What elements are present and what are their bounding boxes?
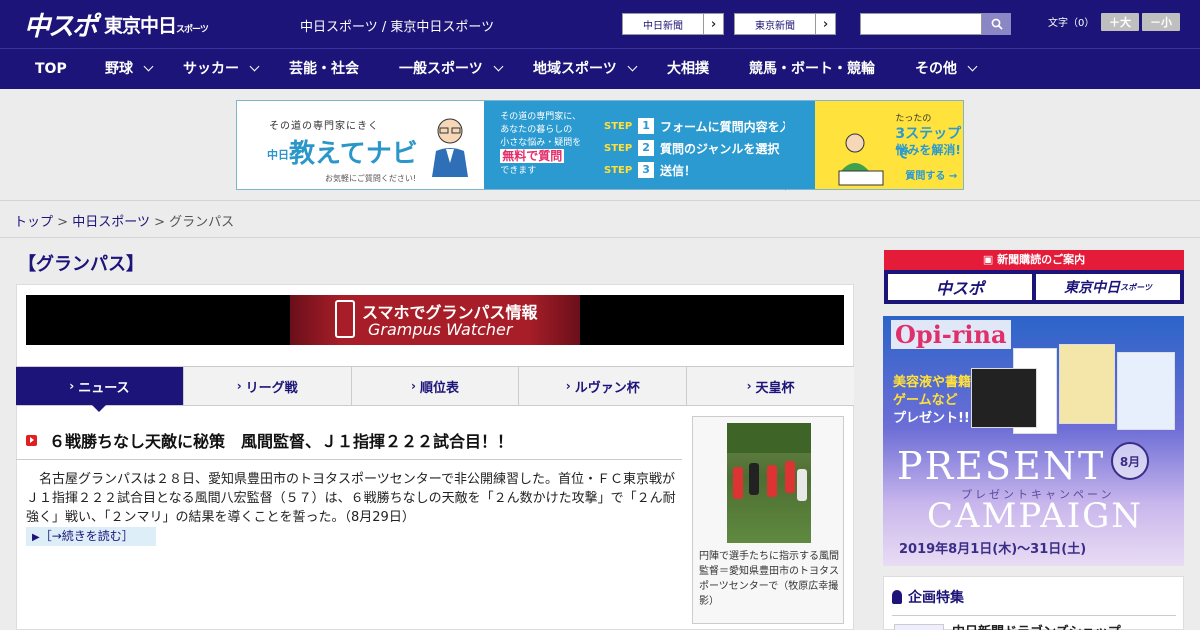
site-logo[interactable]: 中スポ 東京中日スポーツ: [24, 6, 209, 42]
chevron-down-icon: [493, 61, 504, 72]
opirina-logo: Opi-rina: [891, 320, 1011, 349]
breadcrumb-current: グランパス: [169, 215, 235, 230]
site-name: 中日スポーツ / 東京中日スポーツ: [300, 20, 495, 35]
article-title[interactable]: ６戦勝ちなし天敵に秘策 風間監督、Ｊ１指揮２２２試合目！！: [26, 428, 513, 452]
nav-local-sports[interactable]: 地域スポーツ: [533, 49, 638, 89]
breadcrumb-home[interactable]: トップ: [14, 215, 53, 230]
chevron-right-icon: ›: [565, 379, 571, 393]
kikaku-item[interactable]: 中日新聞ドラゴンズショップ: [894, 621, 1121, 630]
nav-general-sports[interactable]: 一般スポーツ: [399, 49, 504, 89]
nav-other[interactable]: その他: [915, 49, 978, 89]
photo-caption: 円陣で選手たちに指示する風間監督＝愛知県豊田市のトヨタスポーツセンターで（牧原広…: [699, 551, 839, 607]
font-smaller-button[interactable]: －小: [1142, 13, 1180, 31]
tokyo-shimbun-link[interactable]: 東京新聞 ›: [734, 13, 836, 35]
chevron-right-icon: ›: [746, 379, 752, 393]
nav-baseball[interactable]: 野球: [105, 49, 154, 89]
tab-league[interactable]: › リーグ戦: [182, 367, 351, 405]
search-icon: [991, 18, 1003, 30]
smartphone-icon: [335, 300, 355, 338]
nav-racing[interactable]: 競馬・ボート・競輪: [749, 49, 875, 89]
game-image: [1117, 352, 1175, 430]
chevron-down-icon: [967, 61, 978, 72]
present-campaign-ad[interactable]: Opi-rina 美容液や書籍 ゲームなど プレゼント!! PRESENT 8月…: [883, 316, 1184, 566]
chevron-down-icon: [143, 61, 154, 72]
tab-news[interactable]: › ニュース: [16, 367, 183, 412]
chevron-right-icon: ›: [236, 379, 242, 393]
breadcrumb: トップ > 中日スポーツ > グランパス: [14, 215, 235, 230]
tab-standings[interactable]: › 順位表: [350, 367, 519, 405]
book-image: [1059, 344, 1115, 424]
chevron-right-icon: ›: [703, 14, 723, 34]
nav-sumo[interactable]: 大相撲: [667, 49, 709, 89]
article-body: 名古屋グランパスは２８日、愛知県豊田市のトヨタスポーツセンターで非公開練習した。…: [26, 472, 676, 525]
oshiete-navi-ad[interactable]: その道の専門家にきく 中日教えてナビ お気軽にご質問ください! その道の専門家に…: [236, 100, 964, 191]
nav-entertainment[interactable]: 芸能・社会: [289, 49, 359, 89]
tab-emperors-cup[interactable]: › 天皇杯: [686, 367, 854, 405]
read-more-link[interactable]: ▶［→続きを読む］: [26, 527, 156, 546]
search-input[interactable]: [860, 13, 982, 35]
main-nav: TOP 野球 サッカー 芸能・社会 一般スポーツ 地域スポーツ 大相撲 競馬・ボ…: [0, 48, 1200, 89]
search-button[interactable]: [982, 13, 1011, 35]
subscribe-chuspo-button[interactable]: 中スポ: [888, 274, 1032, 300]
tab-levain-cup[interactable]: › ルヴァン杯: [518, 367, 686, 405]
cosmetic-box-image: [971, 368, 1037, 428]
chevron-right-icon: ›: [69, 379, 75, 393]
subscription-box: ▣ 新聞購読のご案内 中スポ 東京中日 スポーツ: [884, 250, 1184, 304]
month-badge: 8月: [1111, 442, 1149, 480]
grampus-watcher-banner[interactable]: スマホでグランパス情報 Grampus Watcher: [26, 295, 844, 345]
logo-tokyo-chunichi: 東京中日スポーツ: [104, 14, 209, 37]
photo-image: [727, 423, 811, 543]
play-marker-icon: [26, 434, 37, 446]
logo-chuspo: 中スポ: [24, 11, 98, 42]
subscription-heading: ▣ 新聞購読のご案内: [884, 250, 1184, 270]
ribbon-icon: [892, 590, 902, 604]
advisor-illustration-icon: [432, 118, 469, 177]
page-title: 【グランパス】: [18, 254, 144, 275]
newspaper-icon: ▣: [982, 253, 998, 266]
site-header: 中スポ 東京中日スポーツ 中日スポーツ / 東京中日スポーツ 中日新聞 › 東京…: [0, 0, 1200, 48]
subscribe-tokyo-button[interactable]: 東京中日 スポーツ: [1036, 274, 1180, 300]
kikaku-title: 企画特集: [892, 587, 964, 607]
nav-top[interactable]: TOP: [35, 49, 67, 89]
dragons-shop-thumb: [894, 623, 944, 630]
chevron-down-icon: [249, 61, 260, 72]
font-bigger-button[interactable]: ＋大: [1101, 13, 1139, 31]
ad-brand: 中日教えてナビ: [267, 139, 418, 169]
chevron-right-icon: ›: [411, 379, 416, 393]
chevron-down-icon: [627, 61, 638, 72]
article-photo[interactable]: 円陣で選手たちに指示する風間監督＝愛知県豊田市のトヨタスポーツセンターで（牧原広…: [692, 416, 844, 624]
laptop-person-icon: [838, 133, 884, 186]
chunichi-shimbun-link[interactable]: 中日新聞 ›: [622, 13, 724, 35]
breadcrumb-chunichi-sports[interactable]: 中日スポーツ: [72, 215, 150, 230]
font-size-label: 文字（0）: [1048, 18, 1095, 29]
nav-soccer[interactable]: サッカー: [183, 49, 260, 89]
grampus-tabs: › ニュース › リーグ戦 › 順位表 › ルヴァン杯 › 天皇杯: [16, 366, 854, 412]
chevron-right-icon: ›: [815, 14, 835, 34]
triangle-right-icon: ▶: [32, 532, 40, 543]
kikaku-tokushu-box: 企画特集 中日新聞ドラゴンズショップ: [883, 576, 1184, 630]
